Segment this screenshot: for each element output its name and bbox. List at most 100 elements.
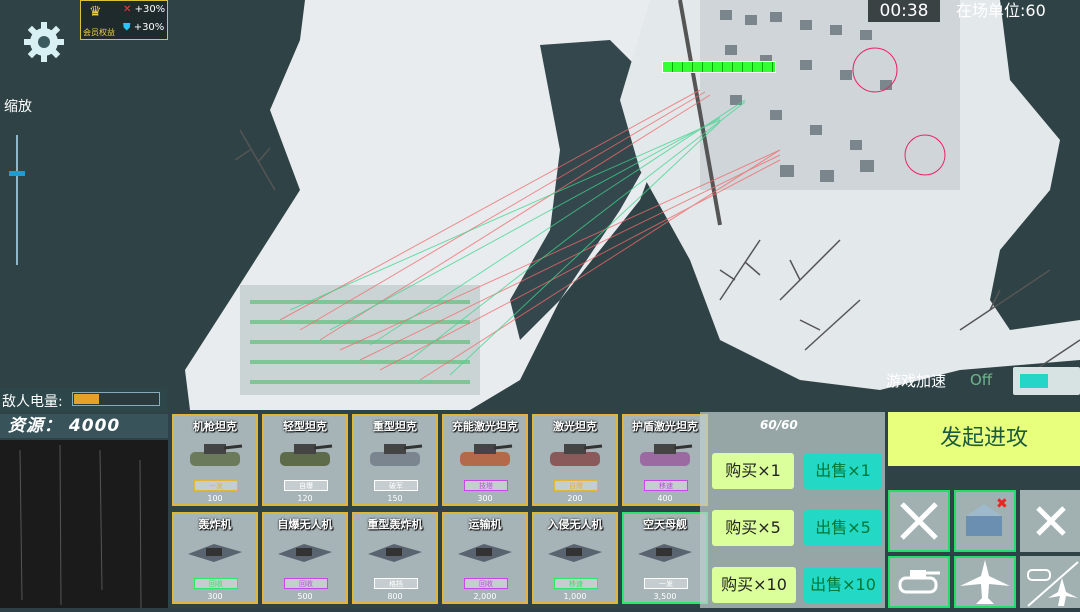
sell-5-button[interactable]: 出售×5 xyxy=(804,510,882,546)
unit-price: 800 xyxy=(387,592,403,601)
toggle-knob xyxy=(1020,374,1048,388)
enemy-health-fill xyxy=(663,62,775,72)
unit-card-1[interactable]: 机枪坦克一发 100 xyxy=(172,414,258,506)
close-icon xyxy=(1036,506,1066,536)
base-icon: ✖ xyxy=(966,496,1008,536)
minimap[interactable] xyxy=(0,440,168,609)
vip-label: 会员权益 xyxy=(83,28,115,37)
svg-text:✖: ✖ xyxy=(996,496,1008,512)
launch-attack-button[interactable]: 发起进攻 xyxy=(888,412,1080,466)
unit-image xyxy=(368,544,422,562)
resources-label: 资源： xyxy=(8,416,62,436)
shield-icon: ⛊ xyxy=(123,22,131,33)
base-button[interactable]: ✖ xyxy=(954,490,1016,552)
unit-trait-tag: 破军 xyxy=(374,480,418,491)
unit-image xyxy=(548,544,602,562)
unit-card-3[interactable]: 重型坦克破军 150 xyxy=(352,414,438,506)
unit-price: 2,000 xyxy=(473,592,497,601)
plane-icon xyxy=(960,560,1010,604)
unit-card-2[interactable]: 轻型坦克 自爆 120 xyxy=(262,414,348,506)
zoom-label: 缩放 xyxy=(4,99,32,115)
air-units-button[interactable] xyxy=(954,556,1016,608)
unit-card-5[interactable]: 激光坦克 自爆 200 xyxy=(532,414,618,506)
unit-trait-tag: 技塔 xyxy=(464,480,508,491)
unit-image xyxy=(640,444,693,466)
unit-name: 运输机 xyxy=(468,518,502,531)
unit-price: 150 xyxy=(387,494,403,503)
attack-bonus-value: +30% xyxy=(134,4,166,15)
defense-bonus-value: +30% xyxy=(133,22,165,33)
game-speed-toggle[interactable] xyxy=(1013,367,1080,395)
enemy-power-fill xyxy=(74,394,100,404)
unit-card-9[interactable]: 重型轰炸机格挡 800 xyxy=(352,512,438,604)
unit-trait-tag: 移速 xyxy=(644,480,688,491)
buy-5-button[interactable]: 购买×5 xyxy=(712,510,794,546)
unit-trait-tag: 一发 xyxy=(194,480,238,491)
unit-trait-tag: 回收 xyxy=(464,578,508,589)
resources-value: 4000 xyxy=(68,416,121,436)
unit-name: 轻型坦克 xyxy=(283,420,327,433)
buy-10-button[interactable]: 购买×10 xyxy=(712,567,796,603)
unit-price: 100 xyxy=(207,494,223,503)
units-label: 在场单位: xyxy=(956,1,1026,20)
enemy-power-panel: 敌人电量: xyxy=(0,388,167,412)
resources-display: 资源： 4000 xyxy=(0,414,168,438)
game-speed-state: Off xyxy=(970,371,993,389)
unit-trait-tag: 一发 xyxy=(644,578,688,589)
crossed-swords-button[interactable] xyxy=(888,490,950,552)
unit-name: 重型坦克 xyxy=(373,420,417,433)
unit-card-7[interactable]: 轰炸机 回收 300 xyxy=(172,512,258,604)
zoom-slider-thumb[interactable] xyxy=(9,171,25,176)
attack-bonus: ✕ +30% xyxy=(123,4,165,15)
unit-name: 护盾激光坦克 xyxy=(632,420,698,433)
unit-name: 重型轰炸机 xyxy=(367,518,423,531)
unit-image xyxy=(638,544,692,562)
cancel-button[interactable] xyxy=(1020,490,1080,552)
unit-image xyxy=(190,444,243,466)
unit-capacity: 60/60 xyxy=(760,418,798,432)
sell-1-button[interactable]: 出售×1 xyxy=(804,453,882,489)
unit-image xyxy=(550,444,603,466)
unit-price: 300 xyxy=(477,494,493,503)
unit-image xyxy=(460,444,513,466)
unit-name: 轰炸机 xyxy=(198,518,232,531)
settings-gear-icon[interactable] xyxy=(20,18,68,66)
defense-bonus: ⛊ +30% xyxy=(123,22,164,33)
unit-image xyxy=(370,444,423,466)
unit-card-10[interactable]: 运输机回收 2,000 xyxy=(442,512,528,604)
zoom-slider[interactable] xyxy=(16,135,18,265)
unit-card-6[interactable]: 护盾激光坦克 移速 400 xyxy=(622,414,708,506)
unit-price: 400 xyxy=(657,494,673,503)
sell-10-button[interactable]: 出售×10 xyxy=(804,567,882,603)
match-timer: 00:38 xyxy=(868,0,940,22)
minimap-streaks xyxy=(19,444,142,609)
unit-image xyxy=(188,544,242,562)
units-count: 60 xyxy=(1025,1,1046,20)
unit-image xyxy=(458,544,512,562)
unit-card-8[interactable]: 自爆无人机 回收 500 xyxy=(262,512,348,604)
unit-name: 机枪坦克 xyxy=(193,420,237,433)
vip-benefits-panel[interactable]: ♛ 会员权益 ✕ +30% ⛊ +30% xyxy=(80,0,168,40)
unit-name: 空天母舰 xyxy=(643,518,687,531)
unit-card-11[interactable]: 入侵无人机 移速 1,000 xyxy=(532,512,618,604)
buy-1-button[interactable]: 购买×1 xyxy=(712,453,794,489)
enemy-power-bar xyxy=(72,392,160,406)
sword-icon: ✕ xyxy=(123,4,132,15)
no-air-button[interactable] xyxy=(1020,556,1080,608)
unit-price: 3,500 xyxy=(653,592,677,601)
unit-name: 激光坦克 xyxy=(553,420,597,433)
ground-units-button[interactable] xyxy=(888,556,950,608)
no-air-icon xyxy=(1027,561,1079,607)
unit-card-12[interactable]: 空天母舰一发 3,500 xyxy=(622,512,708,604)
unit-name: 入侵无人机 xyxy=(547,518,603,531)
unit-trait-tag: 自爆 xyxy=(284,480,328,491)
unit-image xyxy=(280,444,333,466)
unit-price: 300 xyxy=(207,592,223,601)
unit-trait-tag: 格挡 xyxy=(374,578,418,589)
unit-card-4[interactable]: 充能激光坦克 技塔 300 xyxy=(442,414,528,506)
crossed-swords-icon xyxy=(900,502,938,540)
unit-image xyxy=(278,544,332,562)
unit-trait-tag: 回收 xyxy=(284,578,328,589)
game-speed-label: 游戏加速 xyxy=(886,372,947,390)
unit-name: 充能激光坦克 xyxy=(452,420,518,433)
